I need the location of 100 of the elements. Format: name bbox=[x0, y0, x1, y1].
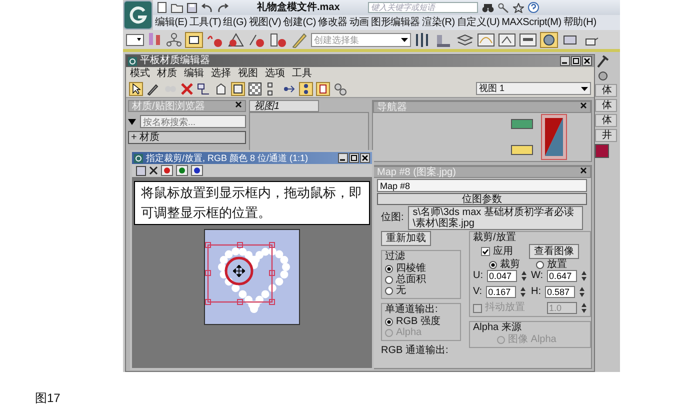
close-icon[interactable] bbox=[235, 101, 242, 108]
layers-icon[interactable] bbox=[456, 32, 474, 48]
crop-frame[interactable] bbox=[205, 242, 275, 305]
menu-item[interactable]: 图形编辑器 bbox=[371, 16, 420, 28]
menu-item[interactable]: 材质 bbox=[157, 68, 177, 80]
category-button[interactable]: 体 bbox=[595, 84, 617, 97]
angle-snap-icon[interactable] bbox=[227, 32, 245, 48]
menu-item[interactable]: 编辑(E) bbox=[155, 16, 188, 28]
app-logo-icon[interactable] bbox=[123, 0, 153, 30]
number-field[interactable]: 0.167 bbox=[486, 286, 516, 298]
binoculars-icon[interactable] bbox=[482, 2, 494, 12]
menu-item[interactable]: 选项 bbox=[265, 68, 285, 80]
delete-icon[interactable] bbox=[180, 82, 194, 96]
close-icon[interactable] bbox=[149, 166, 158, 175]
star-icon[interactable] bbox=[512, 2, 524, 12]
radio-label[interactable]: 无 bbox=[396, 284, 406, 296]
number-field[interactable]: 0.647 bbox=[547, 270, 578, 282]
help-icon[interactable] bbox=[528, 2, 539, 13]
menu-item[interactable]: 模式 bbox=[130, 68, 150, 80]
color-swatch[interactable] bbox=[595, 144, 609, 158]
radio-label[interactable]: 总面积 bbox=[396, 274, 426, 286]
menu-item[interactable]: 编辑 bbox=[184, 68, 204, 80]
radio-button[interactable] bbox=[536, 260, 544, 268]
category-button[interactable]: 体 bbox=[595, 114, 617, 127]
number-field[interactable]: 0.047 bbox=[487, 270, 517, 282]
curve-editor-icon[interactable] bbox=[477, 32, 495, 48]
radio-button[interactable] bbox=[385, 318, 393, 326]
maximize-button[interactable] bbox=[571, 56, 581, 66]
spinner-arrows[interactable] bbox=[581, 270, 588, 282]
window-title: 平板材质编辑器 bbox=[140, 55, 210, 67]
menu-item[interactable]: 视图(V) bbox=[248, 16, 282, 28]
hammer-icon[interactable] bbox=[595, 54, 611, 68]
field-label: 位图: bbox=[381, 212, 404, 224]
search-field[interactable]: 按名称搜索... bbox=[140, 115, 246, 128]
node-thumbnail[interactable] bbox=[511, 145, 533, 155]
number-field[interactable]: 0.587 bbox=[545, 286, 575, 298]
minimize-button[interactable] bbox=[560, 56, 570, 66]
view-tab[interactable]: 视图1 bbox=[249, 100, 319, 112]
redo-arrow-icon[interactable] bbox=[217, 2, 229, 12]
minimize-button[interactable] bbox=[338, 153, 348, 163]
field-label: H: bbox=[531, 286, 541, 298]
view-dropdown[interactable]: 视图 1 bbox=[476, 82, 591, 95]
menu-item[interactable]: 视图 bbox=[238, 68, 258, 80]
node-graph-icon[interactable] bbox=[166, 32, 182, 48]
spinner-arrows[interactable] bbox=[579, 286, 585, 298]
node-thumbnail[interactable] bbox=[511, 119, 533, 129]
dropdown-box[interactable] bbox=[126, 32, 144, 48]
close-icon[interactable] bbox=[580, 102, 587, 109]
radio-button[interactable] bbox=[385, 264, 393, 272]
checkbox-label[interactable]: 应用 bbox=[493, 246, 513, 258]
view-image-button[interactable]: 查看图像 bbox=[529, 244, 580, 259]
menu-item[interactable]: 帮助(H) bbox=[563, 16, 596, 28]
menu-item[interactable]: 工具 bbox=[292, 68, 312, 80]
menu-item[interactable]: 自定义(U) bbox=[456, 16, 500, 28]
menu-item[interactable]: 选择 bbox=[211, 68, 231, 80]
menu-item[interactable]: 组(G) bbox=[223, 16, 247, 28]
group-header[interactable]: + 材质 bbox=[128, 131, 246, 144]
search-field[interactable]: 键入关键字或短语 bbox=[368, 2, 478, 13]
name-field[interactable]: Map #8 bbox=[377, 179, 587, 192]
collapse-arrow-icon[interactable] bbox=[128, 118, 136, 124]
new-file-icon[interactable] bbox=[157, 2, 167, 13]
panel-header: Map #8 (图案.jpg) bbox=[373, 166, 591, 178]
rollout-header[interactable]: 位图参数 bbox=[377, 193, 587, 205]
navigator-view-frame[interactable] bbox=[541, 114, 567, 160]
menu-item[interactable]: 动画 bbox=[349, 16, 370, 28]
close-button[interactable] bbox=[582, 56, 592, 66]
crop-dialog[interactable]: 指定裁剪/放置, RGB 颜色 8 位/通道 (1:1) 将鼠标放置到显示框内，拖动鼠标，即可调整显示框的位置。 bbox=[130, 150, 374, 370]
slate-material-icon[interactable] bbox=[540, 32, 558, 48]
close-button[interactable] bbox=[360, 153, 370, 163]
move-cursor-icon bbox=[233, 265, 245, 277]
menu-item[interactable]: 创建(C) bbox=[283, 16, 316, 28]
select-region-icon[interactable] bbox=[185, 32, 203, 48]
category-button[interactable]: 体 bbox=[595, 99, 617, 112]
menu-item[interactable]: 工具(T) bbox=[189, 16, 222, 28]
menu-item[interactable]: 渲染(R) bbox=[422, 16, 455, 28]
undo-arrow-icon[interactable] bbox=[201, 2, 213, 12]
category-button[interactable]: 井 bbox=[595, 129, 617, 142]
radio-label[interactable]: 放置 bbox=[547, 258, 567, 270]
window-title: 指定裁剪/放置, RGB 颜色 8 位/通道 (1:1) bbox=[146, 152, 308, 164]
spinner-arrows[interactable] bbox=[520, 286, 526, 298]
reload-button[interactable]: 重新加载 bbox=[381, 231, 431, 246]
radio-label[interactable]: 裁剪 bbox=[500, 258, 520, 270]
checker-background-icon[interactable] bbox=[248, 82, 262, 96]
radio-button[interactable] bbox=[385, 286, 393, 294]
menu-item[interactable]: MAXScript(M) bbox=[502, 16, 562, 28]
radio-label[interactable]: RGB 强度 bbox=[396, 316, 440, 328]
open-folder-icon[interactable] bbox=[171, 2, 183, 12]
radio-button[interactable] bbox=[385, 276, 393, 284]
spinner-arrows[interactable] bbox=[521, 270, 527, 282]
bitmap-path-button[interactable]: s\名师\3ds max 基础材质初学者必读\素材\图案.jpg bbox=[408, 206, 583, 230]
maximize-button[interactable] bbox=[349, 153, 359, 163]
save-icon[interactable] bbox=[136, 166, 146, 176]
save-icon[interactable] bbox=[187, 2, 197, 12]
radio-button[interactable] bbox=[489, 260, 497, 268]
spinner-arrows[interactable] bbox=[581, 302, 588, 314]
checkbox[interactable] bbox=[481, 247, 490, 256]
menu-item[interactable]: 修改器 bbox=[318, 16, 348, 28]
close-icon[interactable] bbox=[580, 167, 587, 174]
show-map-icon[interactable] bbox=[231, 82, 245, 96]
radio-label[interactable]: 四棱锥 bbox=[396, 262, 426, 274]
